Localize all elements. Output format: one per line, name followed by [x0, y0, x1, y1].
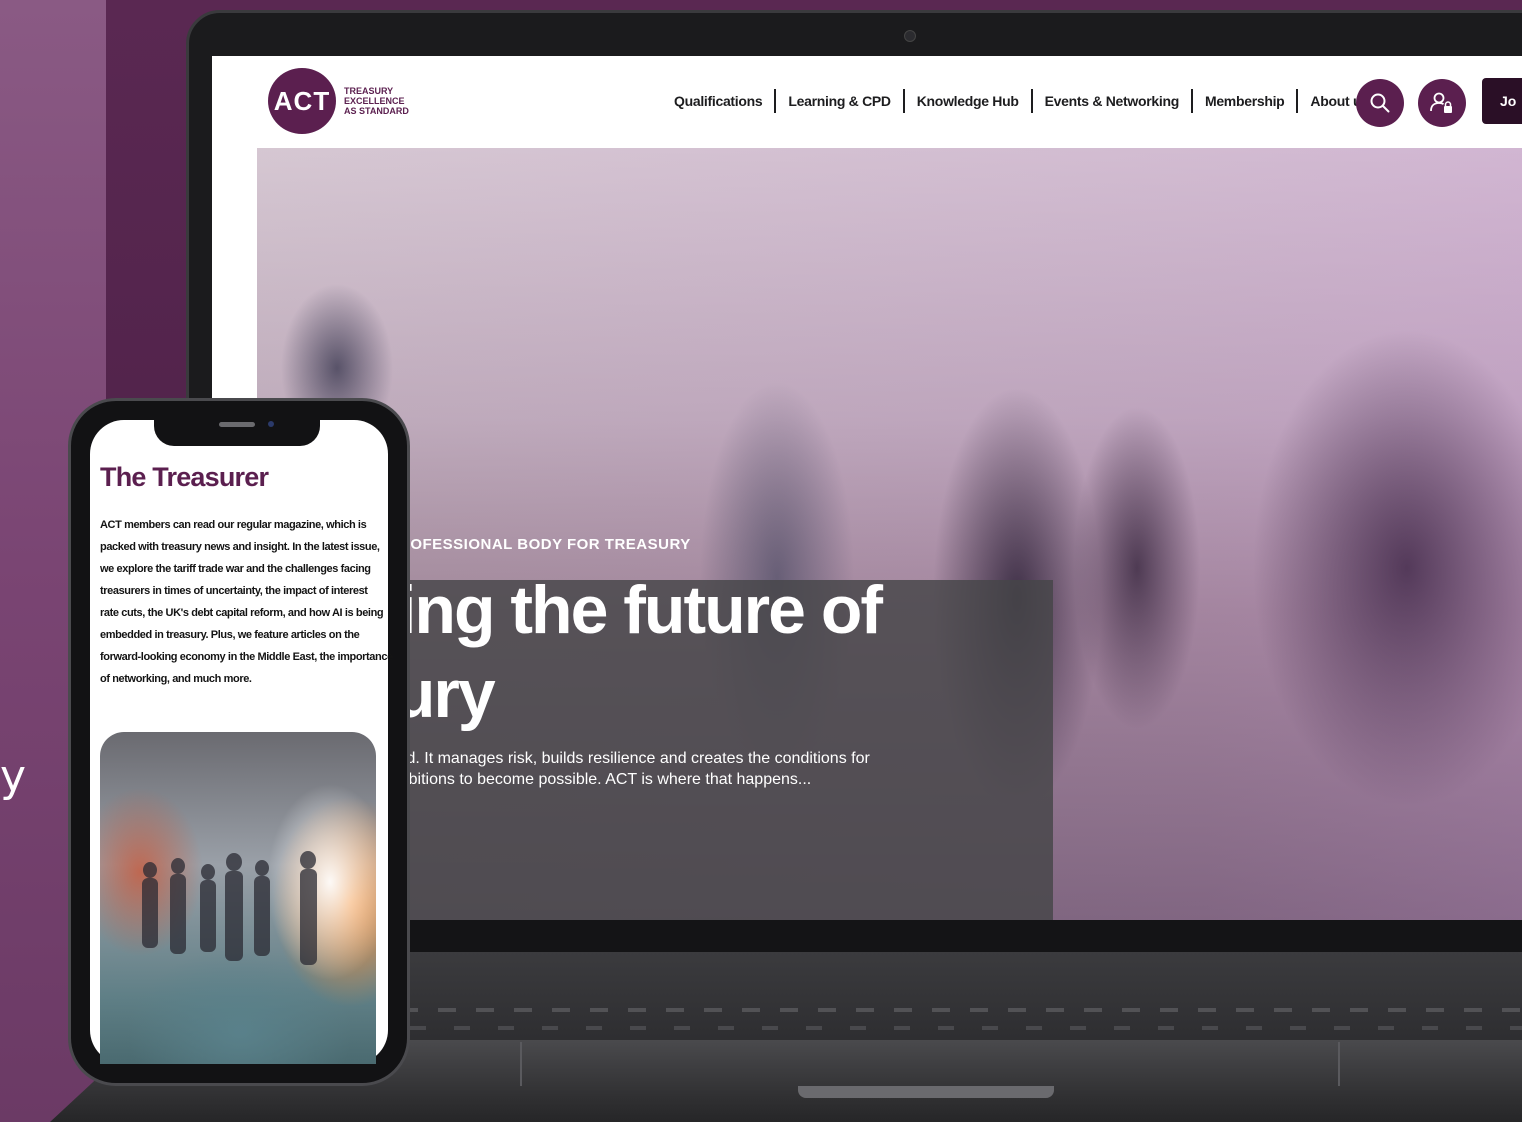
hero-title-line: sury [358, 656, 496, 732]
user-lock-icon [1430, 92, 1452, 113]
nav-divider [1296, 89, 1299, 113]
keyboard-keys [400, 1000, 1522, 1040]
nav-events-networking[interactable]: Events & Networking [1045, 93, 1180, 109]
main-nav: Qualifications Learning & CPD Knowledge … [674, 89, 1369, 113]
search-icon [1370, 93, 1390, 113]
logo-tagline-line: EXCELLENCE [344, 96, 405, 106]
laptop-notch [798, 1086, 1054, 1098]
webcam [904, 30, 916, 42]
magazine-description: ACT members can read our regular magazin… [100, 514, 393, 690]
description-line: forward-looking economy in the Middle Ea… [100, 651, 393, 663]
trackpad-outline [520, 1042, 1340, 1086]
hero-body-line: forward. It manages risk, builds resilie… [362, 750, 870, 767]
site-header: ACT TREASURY EXCELLENCE AS STANDARD Qual… [212, 56, 1522, 148]
nav-divider [774, 89, 777, 113]
join-button[interactable]: Jo [1482, 78, 1522, 124]
nav-knowledge-hub[interactable]: Knowledge Hub [917, 93, 1019, 109]
description-line: embedded in treasury. Plus, we feature a… [100, 629, 360, 641]
description-line: packed with treasury news and insight. I… [100, 541, 380, 553]
description-line: we explore the tariff trade war and the … [100, 563, 371, 575]
hero-body-line: n's ambitions to become possible. ACT is… [362, 771, 812, 788]
hero-title: ping the future of sury [358, 568, 883, 736]
logo-tagline-line: TREASURY [344, 86, 394, 96]
description-line: rate cuts, the UK's debt capital reform,… [100, 607, 384, 619]
hero-body: forward. It manages risk, builds resilie… [362, 748, 870, 790]
hero-eyebrow: ED PROFESSIONAL BODY FOR TREASURY [362, 536, 691, 553]
description-line: ACT members can read our regular magazin… [100, 519, 367, 531]
nav-membership[interactable]: Membership [1205, 93, 1285, 109]
nav-divider [902, 89, 905, 113]
nav-divider [1030, 89, 1033, 113]
nav-qualifications[interactable]: Qualifications [674, 93, 763, 109]
nav-learning-cpd[interactable]: Learning & CPD [788, 93, 891, 109]
side-text-fragment: y [0, 751, 27, 802]
description-line: treasurers in times of uncertainty, the … [100, 585, 368, 597]
search-button[interactable] [1356, 79, 1404, 127]
description-line: of networking, and much more. [100, 673, 252, 685]
hero-image [257, 148, 1522, 920]
phone-camera [268, 421, 274, 427]
account-button[interactable] [1418, 79, 1466, 127]
hero-title-line: ping the future of [358, 572, 883, 648]
people-silhouettes [142, 851, 317, 965]
nav-divider [1190, 89, 1193, 113]
logo-tagline: TREASURY EXCELLENCE AS STANDARD [344, 86, 434, 116]
act-logo[interactable]: ACT [268, 68, 336, 134]
magazine-title: The Treasurer [100, 462, 269, 492]
logo-tagline-line: AS STANDARD [344, 106, 409, 116]
phone-speaker [219, 422, 255, 427]
